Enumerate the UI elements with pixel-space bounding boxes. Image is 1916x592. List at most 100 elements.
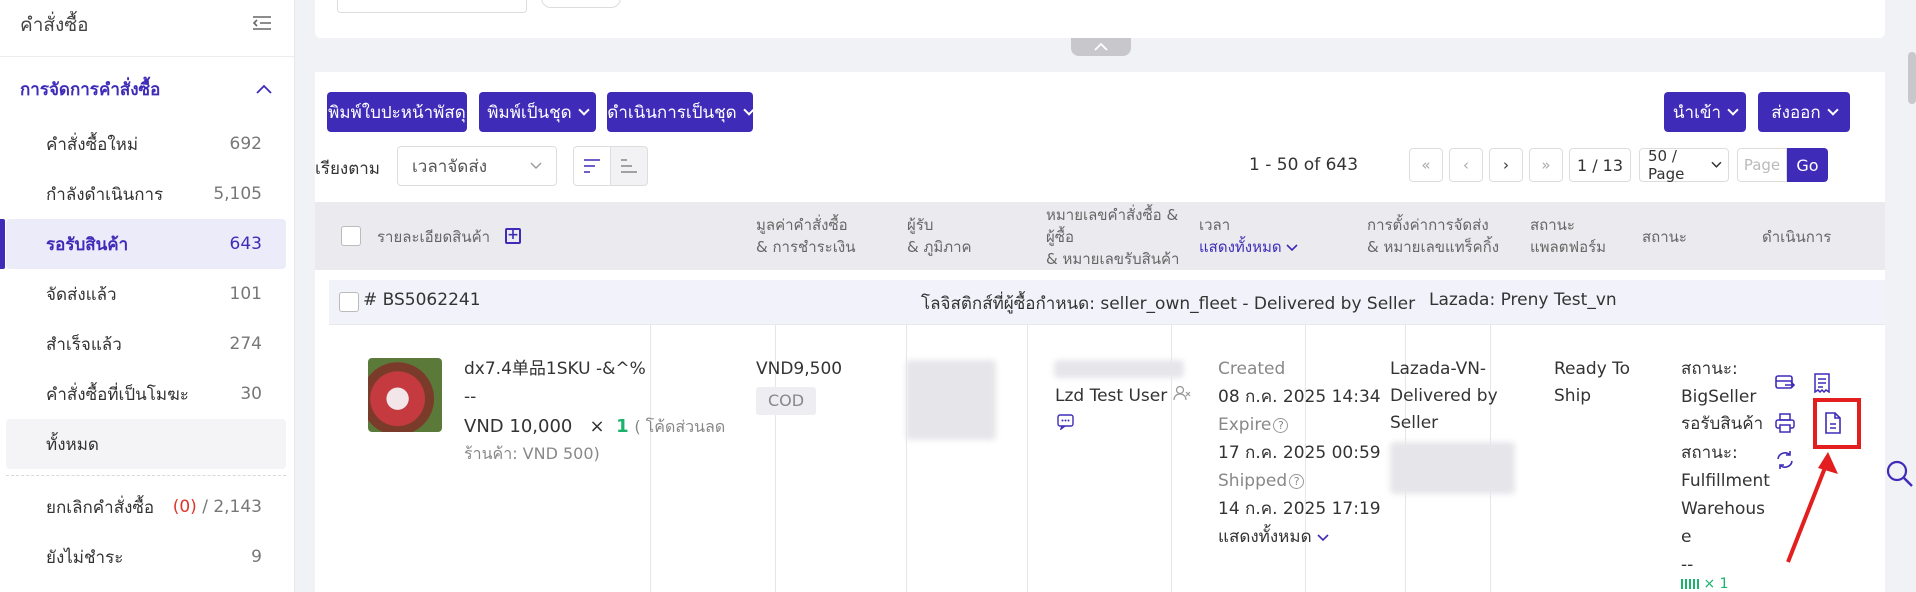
sidebar-item-label: รอรับสินค้า [46, 234, 129, 255]
sidebar-item-label: ยกเลิกคำสั่งซื้อ [46, 497, 155, 518]
sidebar-header: คำสั่งซื้อ [0, 0, 294, 50]
show-all-times-link[interactable]: แสดงทั้งหมด [1218, 524, 1329, 551]
shipped-label: Shipped? [1218, 468, 1305, 495]
fulfillment-value-3: e [1681, 527, 1692, 547]
count-separator: / [202, 497, 208, 517]
sidebar-item-void[interactable]: คำสั่งซื้อที่เป็นโมฆะ 30 [6, 369, 286, 419]
status-value: รอรับสินค้า [1681, 414, 1764, 434]
product-name-link[interactable]: dx7.4单品1SKU -&^% [464, 356, 646, 383]
chevron-up-icon [256, 79, 272, 99]
chat-icon[interactable] [1057, 412, 1075, 439]
main-area: พิมพ์ใบปะหน้าพัสดุ พิมพ์เป็นชุด ดำเนินกา… [296, 0, 1916, 592]
store-name: Lazada: Preny Test_vn [1429, 290, 1617, 310]
expire-label-text: Expire [1218, 415, 1272, 435]
order-header-row: # BS5062241 โลจิสติกส์ที่ผู้ซื้อกำหนด: s… [329, 280, 1885, 324]
order-number-redacted [1054, 360, 1184, 378]
sidebar-item-shipped[interactable]: จัดส่งแล้ว 101 [6, 269, 286, 319]
buyer-name-line: Lzd Test User [1055, 383, 1191, 410]
sidebar-item-count: 5,105 [213, 184, 262, 204]
sidebar-item-label: ยังไม่ชำระ [46, 547, 124, 568]
discount-note-2: ร้านค้า: VND 500) [464, 444, 600, 463]
sidebar-item-count: 692 [229, 134, 262, 154]
status-label: สถานะ: [1681, 359, 1738, 379]
warehouse-qty: × 1 [1681, 576, 1729, 592]
multiply-sign: × [589, 416, 605, 437]
user-icon[interactable] [1172, 385, 1191, 401]
invoice-icon[interactable] [1811, 372, 1833, 394]
status-source: BigSeller [1681, 387, 1757, 407]
sidebar-item-all[interactable]: ทั้งหมด [6, 419, 286, 469]
help-icon[interactable]: ? [1289, 473, 1305, 489]
cancel-pending-count: (0) [172, 497, 197, 517]
buyer-name: Lzd Test User [1055, 386, 1168, 406]
divider [6, 475, 286, 476]
quantity: 1 [616, 416, 629, 437]
order-wrapper: # BS5062241 โลจิสติกส์ที่ผู้ซื้อกำหนด: s… [315, 72, 1885, 592]
order-amount: VND9,500 [756, 359, 843, 379]
floating-search-icon[interactable] [1886, 460, 1914, 492]
collapse-filter-toggle[interactable] [1071, 38, 1131, 56]
sidebar-item-count: 30 [240, 384, 262, 404]
scrollbar[interactable] [1908, 52, 1916, 104]
sidebar-item-label: คำสั่งซื้อที่เป็นโมฆะ [46, 384, 189, 405]
product-image[interactable] [368, 358, 442, 432]
search-button[interactable] [541, 0, 621, 8]
fulfillment-value-1: Fulfillment [1681, 471, 1770, 491]
fulfillment-value-4: -- [1681, 555, 1694, 575]
recipient-info-redacted [906, 360, 996, 440]
barcode-icon [1681, 579, 1699, 589]
product-variant: -- [464, 387, 477, 407]
sidebar-item-new[interactable]: คำสั่งซื้อใหม่ 692 [6, 119, 286, 169]
sidebar-item-label: กำลังดำเนินการ [46, 184, 164, 205]
cancel-total-count: 2,143 [213, 497, 262, 517]
logistics-info: โลจิสติกส์ที่ผู้ซื้อกำหนด: seller_own_fl… [921, 294, 1416, 314]
help-icon[interactable]: ? [1273, 417, 1289, 433]
sidebar-item-count: 274 [229, 334, 262, 354]
annotation-arrow-icon [1786, 452, 1838, 563]
platform-status-2: Ship [1554, 386, 1592, 406]
payment-method: COD [756, 387, 817, 415]
warehouse-qty-value: × 1 [1703, 576, 1729, 592]
created-label: Created [1218, 359, 1286, 379]
collapse-menu-icon[interactable] [252, 14, 272, 36]
sidebar-item-label: จัดส่งแล้ว [46, 284, 117, 305]
search-input[interactable] [337, 0, 527, 13]
sidebar-item-label: คำสั่งซื้อใหม่ [46, 134, 139, 155]
sidebar-item-label: สำเร็จแล้ว [46, 334, 122, 355]
unit-price: VND 10,000 [464, 416, 573, 437]
shipping-provider-2: Delivered by [1390, 386, 1498, 406]
fulfillment-value-2: Warehous [1681, 499, 1766, 519]
platform-status-1: Ready To [1554, 359, 1631, 379]
sidebar-item-count: (0) / 2,143 [173, 497, 262, 517]
sidebar-title: คำสั่งซื้อ [20, 14, 89, 36]
sidebar-item-processing[interactable]: กำลังดำเนินการ 5,105 [6, 169, 286, 219]
chevron-down-icon [1317, 534, 1329, 542]
discount-note: ( โค้ดส่วนลด [634, 417, 726, 436]
print-icon[interactable] [1774, 412, 1796, 434]
shipping-arrange-icon[interactable] [1774, 372, 1796, 394]
shipped-time: 14 ก.ค. 2025 17:19 [1218, 499, 1381, 519]
sidebar-item-count: 643 [229, 234, 262, 254]
section-label: การจัดการคำสั่งซื้อ [20, 79, 161, 100]
filter-panel [315, 0, 1885, 38]
created-time: 08 ก.ค. 2025 14:34 [1218, 387, 1381, 407]
product-price-line: VND 10,000 × 1 ( โค้ดส่วนลด [464, 413, 725, 440]
sidebar-item-completed[interactable]: สำเร็จแล้ว 274 [6, 319, 286, 369]
shipping-provider-3: Seller [1390, 413, 1439, 433]
sidebar-item-count: 101 [229, 284, 262, 304]
divider [0, 56, 294, 57]
shipping-provider-1: Lazada-VN- [1390, 359, 1487, 379]
tracking-number-redacted [1390, 442, 1515, 494]
chevron-up-icon [1094, 43, 1108, 51]
expire-time: 17 ก.ค. 2025 00:59 [1218, 443, 1381, 463]
sidebar-section-order-management[interactable]: การจัดการคำสั่งซื้อ [0, 59, 294, 119]
order-checkbox[interactable] [339, 292, 359, 312]
sidebar-item-awaiting-pickup[interactable]: รอรับสินค้า 643 [0, 219, 286, 269]
sidebar-item-count: 9 [251, 547, 262, 567]
sidebar-item-unpaid[interactable]: ยังไม่ชำระ 9 [6, 532, 286, 582]
sidebar: คำสั่งซื้อ การจัดการคำสั่งซื้อ คำสั่งซื้… [0, 0, 295, 592]
show-all-label: แสดงทั้งหมด [1218, 527, 1312, 547]
expire-label: Expire? [1218, 412, 1289, 439]
sidebar-item-label: ทั้งหมด [46, 434, 99, 455]
sidebar-item-cancelled[interactable]: ยกเลิกคำสั่งซื้อ (0) / 2,143 [6, 482, 286, 532]
